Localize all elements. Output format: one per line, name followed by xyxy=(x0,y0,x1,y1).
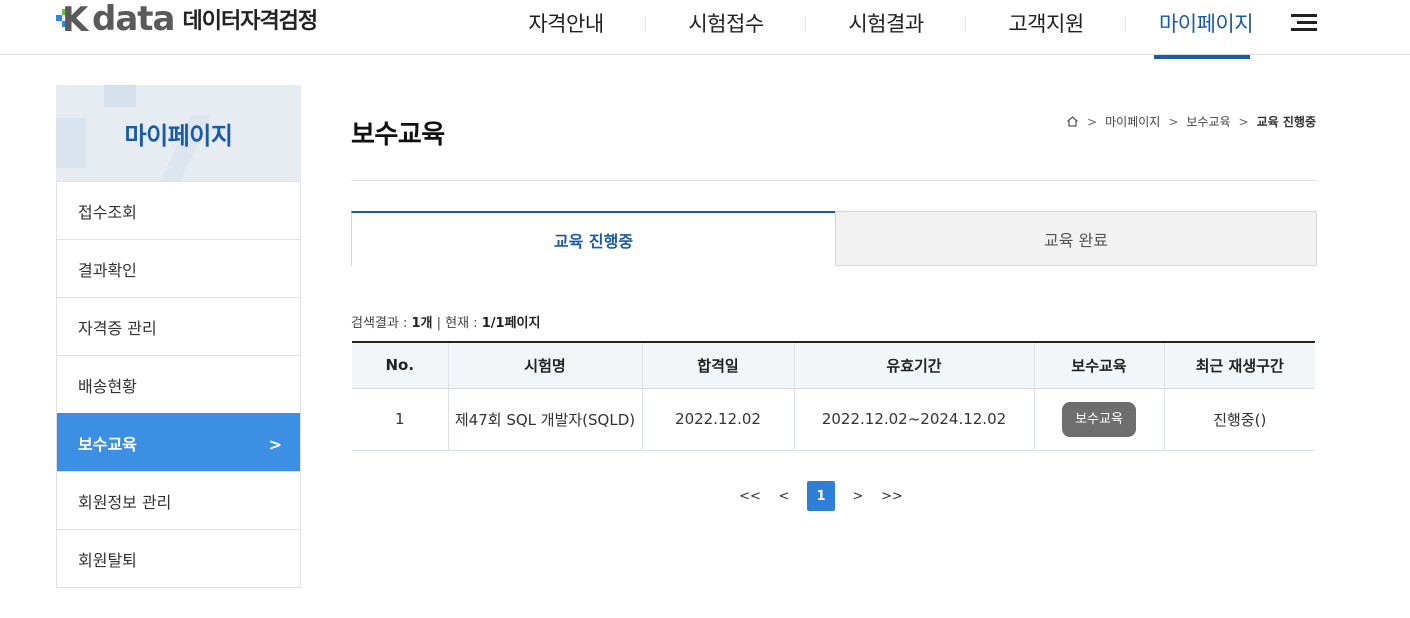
cell-no: 1 xyxy=(352,388,448,451)
hamburger-line xyxy=(1291,28,1317,31)
nav-mypage[interactable]: 마이페이지 xyxy=(1126,0,1286,59)
breadcrumb-item[interactable]: 마이페이지 xyxy=(1105,113,1160,130)
sidebar-item-label: 회원탈퇴 xyxy=(78,550,137,570)
sidebar-item-result-check[interactable]: 결과확인 xyxy=(57,239,300,297)
nav-label: 시험접수 xyxy=(688,12,764,36)
next-page-button[interactable]: > xyxy=(841,481,875,511)
table-header-row: No. 시험명 합격일 유효기간 보수교육 최근 재생구간 xyxy=(352,341,1315,389)
column-header: 보수교육 xyxy=(1033,341,1164,389)
sidebar-item-label: 결과확인 xyxy=(78,260,137,280)
first-page-button[interactable]: << xyxy=(733,481,767,511)
chevron-right-icon: > xyxy=(1087,114,1098,129)
tab-completed[interactable]: 교육 완료 xyxy=(835,211,1317,266)
column-header: 시험명 xyxy=(447,341,642,389)
logo-letter: K xyxy=(62,0,89,40)
page-title: 보수교육 xyxy=(351,120,445,150)
cell-pass-date: 2022.12.02 xyxy=(641,388,794,451)
sidebar-item-label: 접수조회 xyxy=(78,202,137,222)
chevron-right-icon: > xyxy=(1168,114,1179,129)
table-row: 1 제47회 SQL 개발자(SQLD) 2022.12.02 2022.12.… xyxy=(352,388,1315,451)
nav-label: 자격안내 xyxy=(528,12,604,36)
logo-subtitle: 데이터자격검정 xyxy=(182,9,318,34)
logo-word: data xyxy=(92,0,175,39)
continuing-education-button[interactable]: 보수교육 xyxy=(1062,401,1136,437)
cell-education: 보수교육 xyxy=(1033,388,1164,451)
sidebar-item-label: 보수교육 xyxy=(78,434,137,454)
tab-in-progress[interactable]: 교육 진행중 xyxy=(351,211,835,266)
home-icon[interactable] xyxy=(1066,115,1079,128)
result-prefix: 검색결과 : xyxy=(351,316,412,331)
nav-label: 고객지원 xyxy=(1008,12,1084,36)
nav-label: 마이페이지 xyxy=(1158,12,1254,36)
prev-page-button[interactable]: < xyxy=(767,481,801,511)
chevron-right-icon: > xyxy=(268,435,282,454)
site-header: K data 데이터자격검정 자격안내 시험접수 시험결과 고객지원 마이페이지 xyxy=(0,0,1410,59)
main-nav: 자격안내 시험접수 시험결과 고객지원 마이페이지 xyxy=(486,0,1286,59)
nav-active-indicator xyxy=(1154,55,1250,59)
sidebar-item-member-info[interactable]: 회원정보 관리 xyxy=(57,471,300,529)
hamburger-icon[interactable] xyxy=(1291,14,1317,32)
breadcrumb: > 마이페이지 > 보수교육 > 교육 진행중 xyxy=(1066,113,1316,130)
education-tabs: 교육 진행중 교육 완료 xyxy=(351,211,1317,266)
sidebar-item-withdrawal[interactable]: 회원탈퇴 xyxy=(57,529,300,587)
breadcrumb-current: 교육 진행중 xyxy=(1256,115,1316,129)
cell-valid-period: 2022.12.02~2024.12.02 xyxy=(793,388,1034,451)
result-mid: | 현재 : xyxy=(432,316,482,331)
sidebar-item-label: 자격증 관리 xyxy=(78,318,157,338)
pagination: << < 1 > >> xyxy=(733,481,909,511)
sidebar-item-label: 회원정보 관리 xyxy=(78,492,172,512)
sidebar-item-continuing-education[interactable]: 보수교육 > xyxy=(57,413,300,471)
sidebar-title: 마이페이지 xyxy=(124,121,233,150)
result-count: 1개 xyxy=(411,316,433,331)
current-page-button[interactable]: 1 xyxy=(807,481,835,511)
column-header: 합격일 xyxy=(641,341,794,389)
education-table: No. 시험명 합격일 유효기간 보수교육 최근 재생구간 1 제47회 SQL… xyxy=(352,341,1315,451)
result-page: 1/1페이지 xyxy=(481,316,541,331)
logo-mark: K xyxy=(56,0,96,40)
kdata-logo[interactable]: K data 데이터자격검정 xyxy=(56,0,318,40)
sidebar-header: 마이페이지 xyxy=(56,85,301,181)
sidebar-item-registration-lookup[interactable]: 접수조회 xyxy=(57,181,300,239)
cell-exam-name: 제47회 SQL 개발자(SQLD) xyxy=(447,388,642,451)
breadcrumb-item[interactable]: 보수교육 xyxy=(1186,113,1230,130)
title-divider xyxy=(351,180,1317,181)
search-result-summary: 검색결과 : 1개 | 현재 : 1/1페이지 xyxy=(351,312,540,331)
last-page-button[interactable]: >> xyxy=(875,481,909,511)
hamburger-line xyxy=(1297,21,1317,24)
sidebar-item-delivery-status[interactable]: 배송현황 xyxy=(57,355,300,413)
sidebar-menu: 접수조회 결과확인 자격증 관리 배송현황 보수교육 > 회원정보 관리 회원탈퇴 xyxy=(56,181,301,588)
cell-recent-playback: 진행중() xyxy=(1163,388,1315,451)
column-header: 최근 재생구간 xyxy=(1163,341,1315,389)
nav-label: 시험결과 xyxy=(848,12,924,36)
nav-exam-registration[interactable]: 시험접수 xyxy=(646,0,806,55)
nav-customer-support[interactable]: 고객지원 xyxy=(966,0,1126,55)
column-header: No. xyxy=(352,341,448,389)
chevron-right-icon: > xyxy=(1238,114,1249,129)
sidebar-item-certificate-management[interactable]: 자격증 관리 xyxy=(57,297,300,355)
sidebar-item-label: 배송현황 xyxy=(78,376,137,396)
column-header: 유효기간 xyxy=(793,341,1034,389)
nav-qualification-info[interactable]: 자격안내 xyxy=(486,0,646,55)
hamburger-line xyxy=(1291,14,1317,17)
nav-exam-results[interactable]: 시험결과 xyxy=(806,0,966,55)
